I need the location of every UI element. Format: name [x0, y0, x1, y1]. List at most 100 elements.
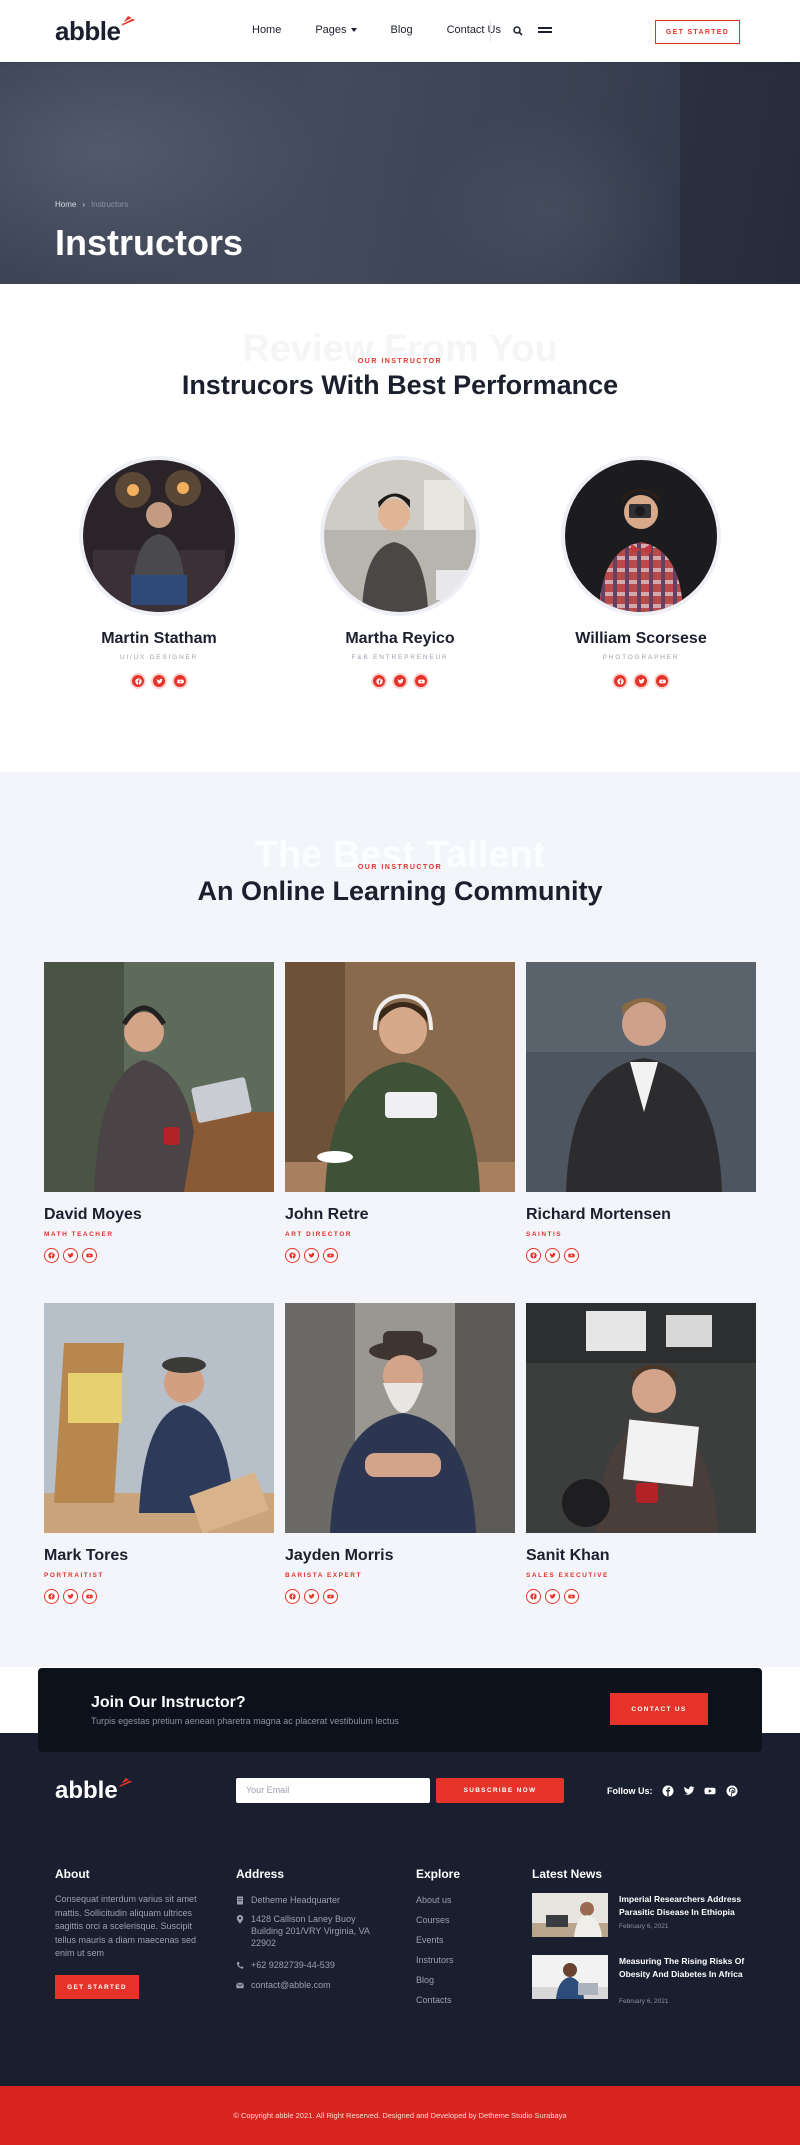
- twitter-icon[interactable]: [545, 1589, 560, 1604]
- footer-logo[interactable]: abble: [55, 1777, 132, 1805]
- section-kicker: OUR INSTRUCTOR: [357, 358, 443, 365]
- twitter-icon[interactable]: [683, 1785, 695, 1797]
- youtube-icon[interactable]: [323, 1248, 338, 1263]
- youtube-icon[interactable]: [564, 1248, 579, 1263]
- explore-link[interactable]: Events: [416, 1934, 444, 1948]
- youtube-icon[interactable]: [564, 1589, 579, 1604]
- facebook-icon[interactable]: [662, 1785, 674, 1797]
- instructor-photo: [526, 962, 756, 1192]
- facebook-icon[interactable]: [526, 1248, 541, 1263]
- youtube-icon[interactable]: [323, 1589, 338, 1604]
- social-links: [285, 1248, 515, 1263]
- instructor-name: Martin Statham: [101, 630, 217, 647]
- facebook-icon[interactable]: [44, 1589, 59, 1604]
- facebook-icon[interactable]: [44, 1248, 59, 1263]
- instructor-card: Sanit Khan SALES EXECUTIVE: [526, 1303, 756, 1604]
- address-email[interactable]: contact@abble.com: [236, 1979, 376, 1991]
- facebook-icon[interactable]: [285, 1248, 300, 1263]
- social-links: [59, 673, 259, 689]
- page-title: Instructors: [55, 222, 244, 263]
- subscribe-button[interactable]: SUBSCRIBE NOW: [436, 1778, 564, 1803]
- twitter-icon[interactable]: [304, 1248, 319, 1263]
- get-started-button[interactable]: GET STARTED: [655, 20, 740, 44]
- instructor-name: William Scorsese: [575, 630, 707, 647]
- facebook-icon[interactable]: [130, 673, 146, 689]
- twitter-icon[interactable]: [633, 673, 649, 689]
- twitter-icon[interactable]: [63, 1589, 78, 1604]
- instructor-photo: [561, 456, 721, 616]
- building-icon: [237, 1896, 243, 1905]
- logo-mark-icon: [121, 16, 136, 26]
- menu-icon[interactable]: [538, 27, 552, 35]
- social-links: [526, 1589, 756, 1604]
- youtube-icon[interactable]: [172, 673, 188, 689]
- news-item[interactable]: Imperial Researchers Address Parasitic D…: [532, 1893, 762, 1945]
- explore-link[interactable]: Blog: [416, 1974, 434, 1988]
- address-phone-text: +62 9282739-44-539: [251, 1960, 335, 1970]
- address-phone[interactable]: +62 9282739-44-539: [236, 1959, 376, 1971]
- breadcrumb-home[interactable]: Home: [55, 200, 76, 209]
- news-thumbnail: [532, 1893, 608, 1937]
- instructor-role: PHOTOGRAPHER: [602, 654, 680, 661]
- explore-link[interactable]: Contacts: [416, 1994, 452, 2008]
- main-nav: Home Pages Blog Contact Us: [252, 24, 535, 36]
- community-section: The Best Tallent OUR INSTRUCTOR An Onlin…: [0, 772, 800, 1667]
- instructor-role: UI/UX DESIGNER: [119, 654, 199, 661]
- address-street: 1428 Callison Laney Buoy Building 201/VR…: [236, 1913, 376, 1949]
- explore-link[interactable]: Courses: [416, 1914, 450, 1928]
- youtube-icon[interactable]: [654, 673, 670, 689]
- nav-contact[interactable]: Contact Us: [447, 24, 501, 36]
- social-links: [44, 1589, 274, 1604]
- news-heading: Latest News: [532, 1867, 603, 1881]
- site-footer: abble Your Email SUBSCRIBE NOW Follow Us…: [0, 1733, 800, 2086]
- nav-divider: [490, 20, 491, 42]
- youtube-icon[interactable]: [413, 673, 429, 689]
- nav-blog[interactable]: Blog: [391, 24, 413, 36]
- banner-subtitle: Turpis egestas pretium aenean pharetra m…: [91, 1716, 399, 1726]
- youtube-icon[interactable]: [82, 1589, 97, 1604]
- nav-pages[interactable]: Pages: [315, 24, 357, 36]
- phone-icon: [237, 1961, 244, 1969]
- twitter-icon[interactable]: [392, 673, 408, 689]
- youtube-icon[interactable]: [82, 1248, 97, 1263]
- social-links: [541, 673, 741, 689]
- get-started-button[interactable]: GET STARTED: [55, 1975, 139, 1999]
- youtube-icon[interactable]: [704, 1785, 716, 1797]
- twitter-icon[interactable]: [545, 1248, 560, 1263]
- instructor-card: Richard Mortensen SAINTIS: [526, 962, 756, 1263]
- twitter-icon[interactable]: [63, 1248, 78, 1263]
- instructor-name: Jayden Morris: [285, 1547, 394, 1564]
- instructor-role: PORTRAITIST: [44, 1572, 104, 1579]
- facebook-icon[interactable]: [371, 673, 387, 689]
- follow-label: Follow Us:: [607, 1786, 653, 1796]
- search-icon[interactable]: [513, 26, 523, 36]
- news-item[interactable]: Measuring The Rising Risks Of Obesity An…: [532, 1955, 762, 2007]
- instructor-photo: [44, 962, 274, 1192]
- instructor-card: William Scorsese PHOTOGRAPHER: [541, 456, 741, 689]
- nav-home-label: Home: [252, 24, 282, 36]
- news-title: Imperial Researchers Address Parasitic D…: [619, 1894, 742, 1917]
- explore-link[interactable]: Instrutors: [416, 1954, 454, 1968]
- banner-title: Join Our Instructor?: [91, 1694, 246, 1711]
- instructor-role: SALES EXECUTIVE: [526, 1572, 609, 1579]
- news-date: February 6, 2021: [619, 1998, 669, 2005]
- twitter-icon[interactable]: [304, 1589, 319, 1604]
- instructor-name: Sanit Khan: [526, 1547, 610, 1564]
- facebook-icon[interactable]: [612, 673, 628, 689]
- explore-link[interactable]: About us: [416, 1894, 452, 1908]
- instructor-name: Mark Tores: [44, 1547, 129, 1564]
- section-title: Instrucors With Best Performance: [181, 370, 619, 400]
- email-icon: [236, 1982, 244, 1989]
- contact-us-button[interactable]: CONTACT US: [610, 1693, 708, 1725]
- address-hq: Detheme Headquarter: [236, 1894, 376, 1906]
- facebook-icon[interactable]: [526, 1589, 541, 1604]
- logo[interactable]: abble: [55, 16, 136, 47]
- facebook-icon[interactable]: [285, 1589, 300, 1604]
- nav-blog-label: Blog: [390, 24, 413, 36]
- instructor-card: Martin Statham UI/UX DESIGNER: [59, 456, 259, 689]
- pinterest-icon[interactable]: [726, 1785, 738, 1797]
- email-field[interactable]: Your Email: [236, 1778, 430, 1803]
- twitter-icon[interactable]: [151, 673, 167, 689]
- nav-home[interactable]: Home: [252, 24, 281, 36]
- section-kicker: OUR INSTRUCTOR: [357, 864, 443, 871]
